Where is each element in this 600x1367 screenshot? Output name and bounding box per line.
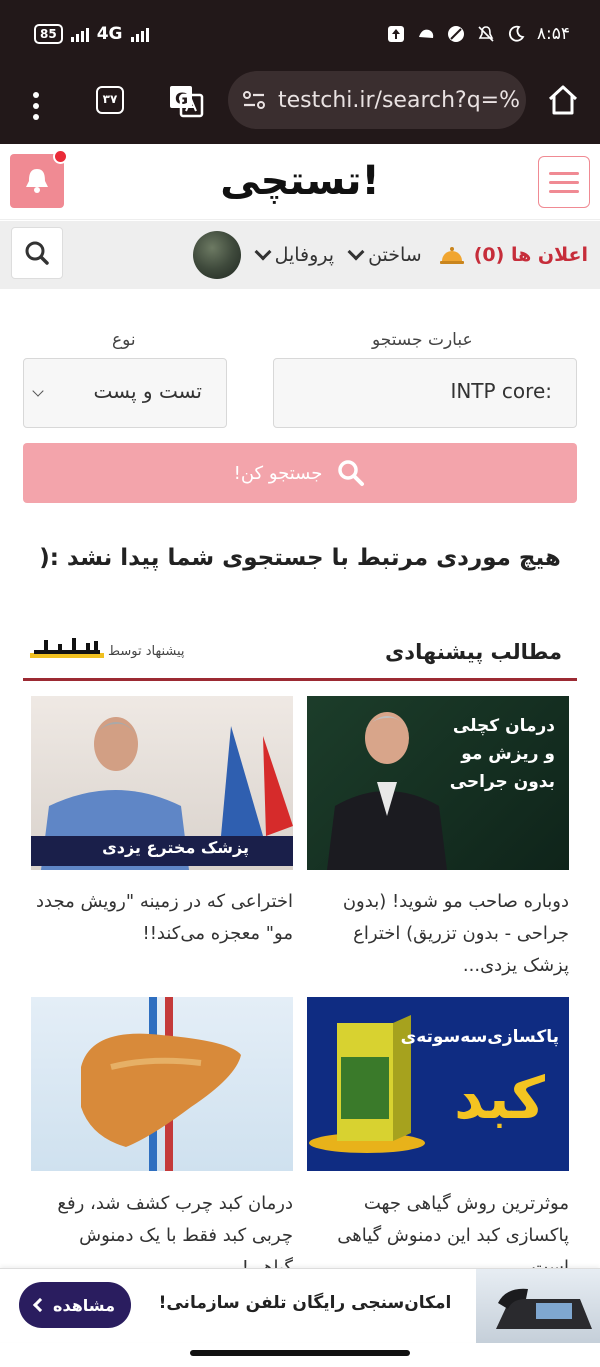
- suggestions-by-label: پیشنهاد توسط: [108, 644, 185, 659]
- ad-image: [476, 1269, 600, 1343]
- submit-search-label: جستجو کن!: [233, 462, 323, 484]
- search-icon: [338, 460, 365, 486]
- clock: ۸:۵۴: [536, 24, 570, 44]
- image-caption-line: پزشک مخترع یزدی: [102, 838, 249, 857]
- chevron-down-icon: [32, 385, 44, 397]
- nav-notifications-label: اعلان ها (0): [473, 244, 588, 266]
- query-input-value: INTP core:: [450, 379, 552, 403]
- nav-items: پروفایل ساختن اعلان ها (0): [192, 229, 588, 281]
- liver-illustration: [81, 997, 241, 1171]
- ad-banner[interactable]: مشاهده امکان‌سنجی رایگان تلفن سازمانی!: [0, 1268, 600, 1343]
- desk-phone-illustration: [496, 1288, 592, 1329]
- query-label: عبارت جستجو: [372, 330, 473, 350]
- network-type: 4G: [96, 24, 123, 44]
- nav-build[interactable]: ساختن: [347, 243, 422, 266]
- nav-bar: پروفایل ساختن اعلان ها (0): [0, 221, 600, 289]
- status-right: ۸:۵۴: [387, 24, 570, 44]
- image-caption-line: درمان کچلی: [452, 716, 555, 736]
- site-logo[interactable]: تستچی!: [200, 156, 400, 206]
- suggestion-image-2[interactable]: پزشک مخترع یزدی: [31, 696, 293, 870]
- chevron-down-icon: [347, 243, 365, 261]
- muted-bell-icon: [478, 26, 494, 42]
- suggestion-image-3[interactable]: پاکسازی‌سه‌سوته‌ی کبد: [307, 997, 569, 1171]
- site-header: تستچی!: [0, 144, 600, 220]
- suggestions-title: مطالب پیشنهادی: [385, 640, 562, 664]
- status-bar: 85 4G ۸:۵۴: [0, 0, 600, 70]
- translate-icon[interactable]: G: [168, 84, 204, 118]
- search-button[interactable]: [11, 227, 63, 279]
- status-left: 85 4G: [34, 24, 149, 44]
- nav-profile-label: پروفایل: [274, 244, 335, 266]
- app-icon: [418, 29, 434, 38]
- nav-notifications[interactable]: اعلان ها (0): [438, 244, 588, 266]
- suggestion-text-3[interactable]: موثرترین روش گیاهی جهت پاکسازی کبد این د…: [307, 1188, 569, 1268]
- tab-switcher-button[interactable]: ۳۷: [96, 86, 124, 114]
- image-caption-line: پاکسازی‌سه‌سوته‌ی: [400, 1027, 559, 1047]
- suggestion-image-4[interactable]: [31, 997, 293, 1171]
- ad-view-button[interactable]: مشاهده: [19, 1282, 131, 1328]
- chevron-down-icon: [254, 243, 272, 261]
- ad-text: امکان‌سنجی رایگان تلفن سازمانی!: [158, 1293, 452, 1313]
- type-select-value: تست و پست: [93, 379, 202, 403]
- submit-search-button[interactable]: جستجو کن!: [23, 443, 577, 503]
- nav-build-label: ساختن: [368, 244, 422, 266]
- yektanet-logo[interactable]: [30, 634, 104, 660]
- avatar[interactable]: [192, 231, 241, 279]
- browser-toolbar: ۳۷ G testchi.ir/search?q=%: [0, 70, 600, 144]
- suggestion-text-1[interactable]: دوباره صاحب مو شوید! (بدون جراحی - بدون …: [307, 886, 569, 982]
- home-indicator: [190, 1350, 410, 1356]
- type-label: نوع: [112, 330, 136, 350]
- moon-icon: [508, 25, 525, 42]
- type-select[interactable]: تست و پست: [23, 358, 227, 428]
- menu-button[interactable]: [538, 156, 590, 208]
- block-icon: [447, 26, 464, 42]
- ad-view-label: مشاهده: [53, 1295, 115, 1315]
- notification-dot: [53, 149, 68, 164]
- query-input[interactable]: INTP core:: [273, 358, 577, 428]
- image-caption-line: بدون جراحی: [449, 772, 555, 792]
- url-text: testchi.ir/search?q=%: [278, 87, 521, 113]
- image-caption-line: کبد: [454, 1064, 545, 1132]
- signal-icon-2: [130, 26, 149, 42]
- upload-icon: [387, 26, 404, 42]
- suggestions-divider: [23, 678, 577, 681]
- search-icon: [25, 241, 49, 265]
- site-settings-icon[interactable]: [242, 89, 266, 111]
- signal-icon: [70, 26, 89, 42]
- suggestion-image-1[interactable]: درمان کچلی و ریزش مو بدون جراحی: [307, 696, 569, 870]
- chevron-left-icon: [32, 1297, 48, 1313]
- image-caption-line: و ریزش مو: [461, 744, 555, 764]
- browser-menu-icon[interactable]: [26, 88, 46, 124]
- service-bell-icon: [439, 247, 464, 264]
- home-icon[interactable]: [546, 84, 580, 116]
- suggestion-text-4[interactable]: درمان کبد چرب کشف شد، رفع چربی کبد فقط ب…: [31, 1188, 293, 1268]
- suggestion-text-2[interactable]: اختراعی که در زمینه "رویش مجدد مو" معجزه…: [31, 886, 293, 950]
- battery-indicator: 85: [34, 24, 63, 44]
- address-bar[interactable]: testchi.ir/search?q=%: [228, 71, 526, 129]
- empty-results-message: هیچ موردی مرتبط با جستجوی شما پیدا نشد :…: [39, 545, 561, 571]
- nav-profile[interactable]: پروفایل: [254, 243, 335, 266]
